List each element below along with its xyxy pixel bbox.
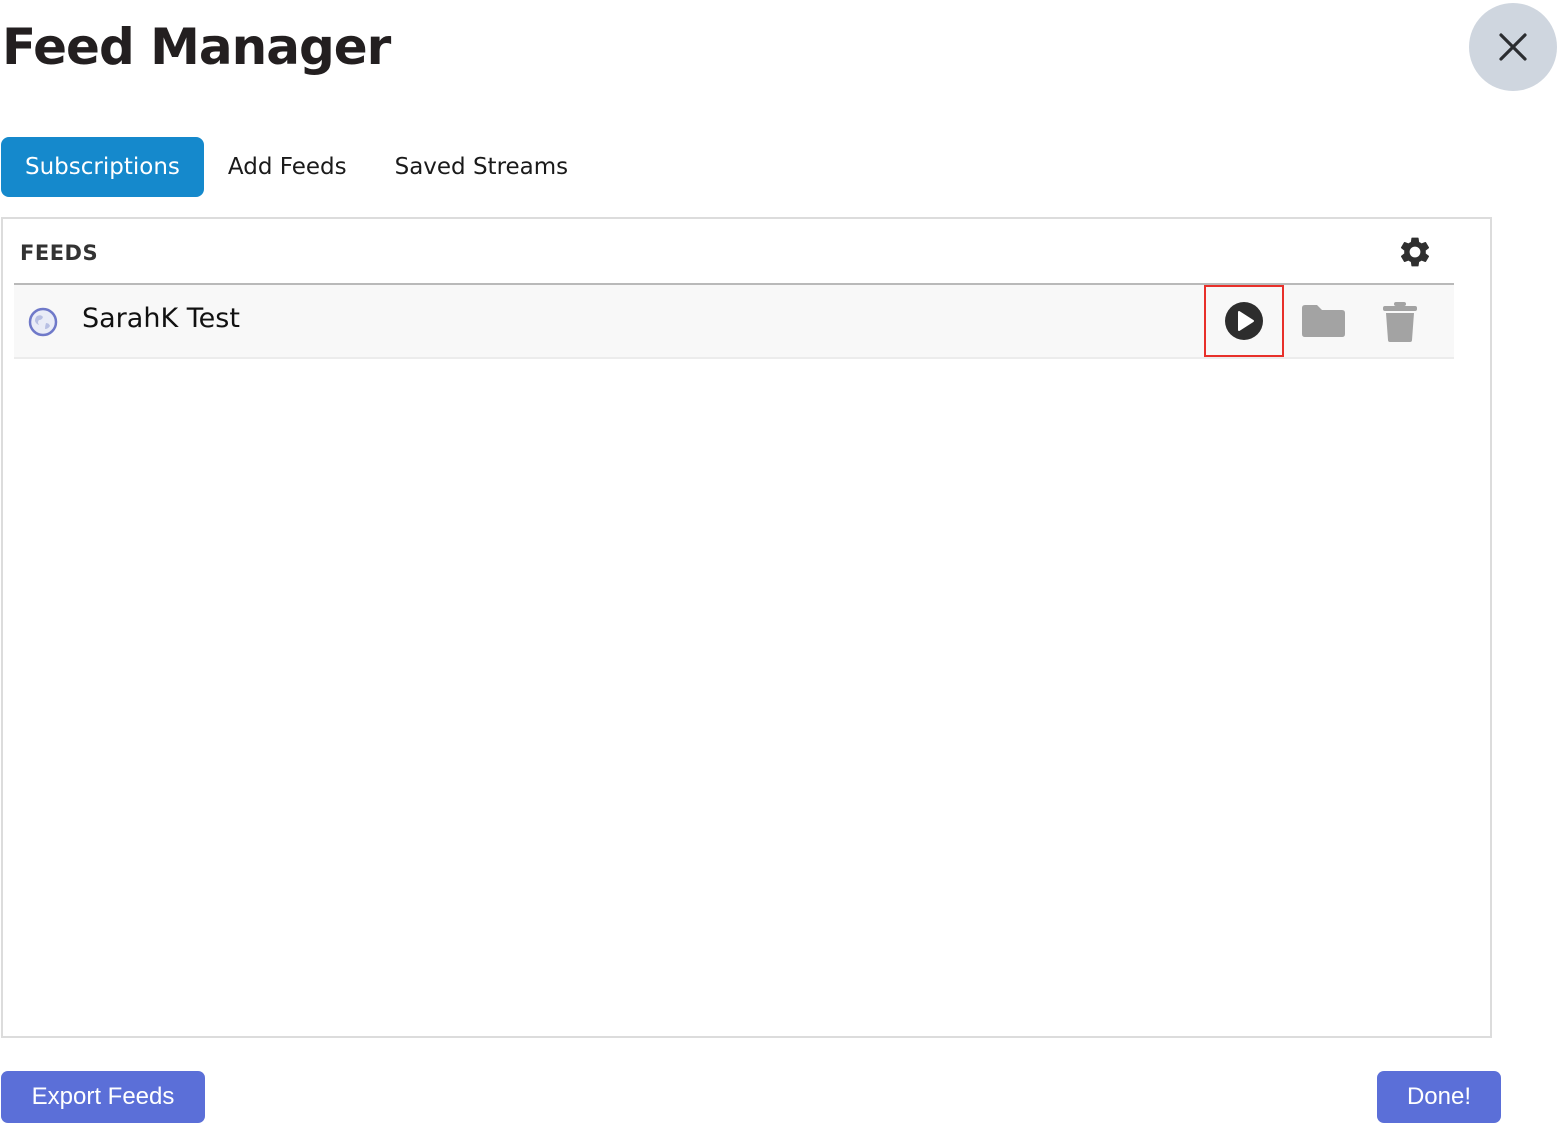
- export-feeds-button[interactable]: Export Feeds: [1, 1071, 205, 1123]
- folder-button[interactable]: [1298, 301, 1348, 341]
- feeds-header: FEEDS: [14, 219, 1454, 285]
- page-title: Feed Manager: [2, 18, 391, 76]
- folder-icon: [1302, 305, 1345, 337]
- feeds-panel: FEEDS SarahK Test: [1, 217, 1492, 1038]
- done-button[interactable]: Done!: [1377, 1071, 1501, 1123]
- tab-subscriptions[interactable]: Subscriptions: [1, 137, 204, 197]
- feed-row[interactable]: SarahK Test: [14, 285, 1454, 359]
- delete-button[interactable]: [1380, 299, 1420, 345]
- feeds-heading: FEEDS: [20, 241, 99, 265]
- close-button[interactable]: [1469, 3, 1557, 91]
- close-icon: [1499, 33, 1527, 61]
- feed-name[interactable]: SarahK Test: [82, 303, 240, 334]
- tab-add-feeds[interactable]: Add Feeds: [204, 137, 371, 197]
- settings-button[interactable]: [1397, 234, 1433, 270]
- globe-icon: [28, 307, 58, 337]
- tab-saved-streams[interactable]: Saved Streams: [371, 137, 593, 197]
- gear-icon: [1400, 237, 1430, 267]
- trash-icon: [1383, 302, 1417, 342]
- play-button[interactable]: [1204, 285, 1284, 357]
- tab-bar: Subscriptions Add Feeds Saved Streams: [1, 137, 592, 197]
- play-icon: [1225, 302, 1263, 340]
